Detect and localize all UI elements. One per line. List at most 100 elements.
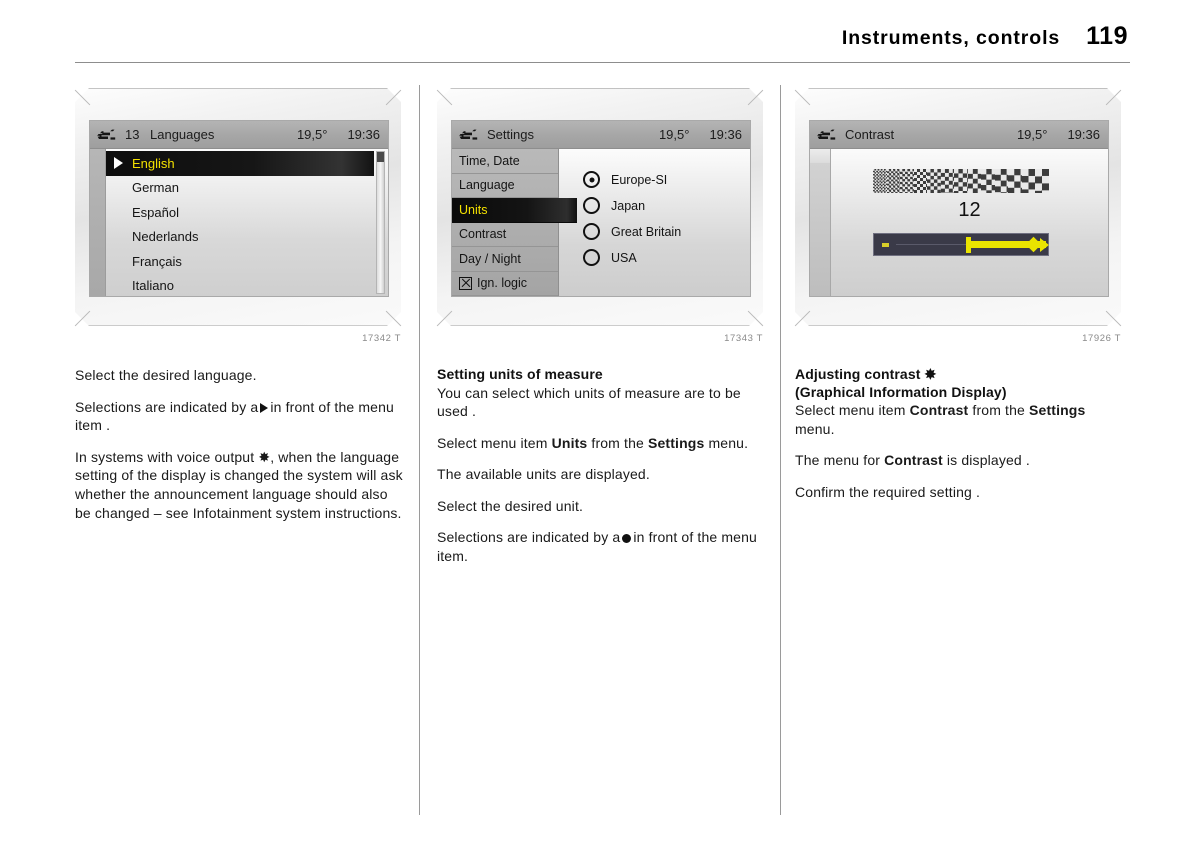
lcd-left-gutter — [90, 149, 106, 296]
option-usa[interactable]: USA — [583, 245, 750, 271]
list-item-italiano[interactable]: Italiano — [106, 274, 388, 297]
list-item-german[interactable]: German — [106, 176, 388, 201]
menu-item-contrast[interactable]: Contrast — [452, 223, 558, 247]
paragraph-text-before: Selections are indicated by a — [75, 398, 259, 415]
text-segment-bold: Contrast — [884, 452, 943, 469]
contrast-slider[interactable] — [873, 233, 1049, 256]
paragraph: In systems with voice output ✸, when the… — [75, 448, 403, 521]
list-item-english[interactable]: English — [106, 151, 374, 176]
menu-item-label: Contrast — [459, 227, 507, 242]
option-europe-si[interactable]: Europe-SI — [583, 167, 750, 193]
text-segment: menu. — [795, 420, 835, 437]
list-item-label: Nederlands — [132, 229, 199, 245]
checkerboard-segment — [913, 169, 928, 193]
option-label: Europe-SI — [611, 172, 668, 187]
list-item-espanol[interactable]: Español — [106, 200, 388, 225]
figure-caption: 17343 T — [724, 333, 763, 344]
paragraph-rich: Select menu item Units from the Settings… — [437, 434, 765, 453]
figure-settings: Settings 19,5° 19:36 Time, Date Language — [436, 88, 767, 344]
menu-item-units[interactable]: Units — [452, 198, 577, 223]
paragraph-arrow: Selections are indicated by a in front of… — [75, 398, 403, 435]
radio-selected-icon[interactable] — [583, 171, 600, 189]
menu-item-label: Ign. logic — [477, 276, 528, 291]
paragraph-text-before: Selections are indicated by a — [437, 529, 621, 546]
selection-arrow-icon — [114, 157, 123, 170]
radio-icon[interactable] — [583, 249, 600, 267]
body-text-contrast: Adjusting contrast ✸ (Graphical Informat… — [795, 366, 1123, 501]
figure-contrast: Contrast 19,5° 19:36 12 17926 T — [794, 88, 1125, 344]
column-contrast: Contrast 19,5° 19:36 12 17926 T Adjustin… — [794, 88, 1125, 514]
lcd-clock: 19:36 — [709, 127, 742, 142]
lcd-menu-title: Languages — [150, 127, 215, 142]
lcd-temperature: 19,5° — [1016, 127, 1048, 142]
text-segment-bold: Settings — [648, 434, 705, 451]
lcd-temperature: 19,5° — [658, 127, 690, 142]
menu-item-day-night[interactable]: Day / Night — [452, 247, 558, 272]
figure-caption: 17926 T — [1082, 333, 1121, 344]
lcd-title-bar: 13 Languages 19,5° 19:36 — [90, 121, 388, 149]
paragraph: You can select which units of measure ar… — [437, 384, 741, 420]
lcd-clock: 19:36 — [347, 127, 380, 142]
paragraph-rich: The menu for Contrast is displayed . — [795, 451, 1123, 470]
option-label: USA — [611, 250, 637, 265]
checkbox-checked-icon[interactable] — [459, 276, 472, 290]
paragraph: Confirm the required setting . — [795, 483, 981, 500]
scrollbar[interactable] — [376, 151, 385, 294]
column-divider-2 — [780, 85, 781, 815]
text-segment: is displayed . — [942, 452, 1030, 469]
menu-tool-icon — [817, 129, 836, 140]
paragraph: The available units are displayed. — [437, 466, 650, 483]
menu-item-language[interactable]: Language — [452, 174, 558, 198]
display-unit-settings: Settings 19,5° 19:36 Time, Date Language — [436, 88, 764, 328]
scrollbar-thumb[interactable] — [377, 152, 384, 162]
checkerboard-segment — [954, 169, 968, 193]
display-unit-languages: 13 Languages 19,5° 19:36 English German … — [74, 88, 402, 328]
checkerboard-segment — [900, 169, 914, 193]
menu-item-label: Language — [459, 178, 515, 193]
slider-minus-icon[interactable] — [882, 242, 889, 247]
checkerboard-segment — [927, 169, 941, 193]
paragraph-dot: Selections are indicated by a in front of… — [437, 528, 765, 565]
header-inner: Instruments, controls 119 — [842, 22, 1128, 51]
menu-item-ign-logic[interactable]: Ign. logic — [452, 272, 558, 296]
lcd-body: 12 — [810, 149, 1108, 296]
list-item-label: English — [132, 155, 175, 171]
page-header: Instruments, controls 119 — [0, 22, 1200, 56]
menu-item-time-date[interactable]: Time, Date — [452, 149, 558, 174]
list-item-nederlands[interactable]: Nederlands — [106, 225, 388, 250]
header-rule — [75, 62, 1130, 63]
checkerboard-segment — [873, 169, 887, 193]
list-item-label: Italiano — [132, 278, 174, 294]
menu-tool-icon — [459, 129, 478, 140]
option-great-britain[interactable]: Great Britain — [583, 219, 750, 245]
list-item-francais[interactable]: Français — [106, 249, 388, 274]
page-number: 119 — [1086, 22, 1128, 50]
contrast-preview-area: 12 — [831, 149, 1108, 296]
lcd-title-bar: Contrast 19,5° 19:36 — [810, 121, 1108, 149]
option-japan[interactable]: Japan — [583, 193, 750, 219]
paragraph-rich: Select menu item Contrast from the Setti… — [795, 401, 1123, 438]
radio-icon[interactable] — [583, 223, 600, 241]
menu-tool-icon — [97, 129, 116, 140]
list-item-label: Français — [132, 253, 182, 269]
lcd-temperature: 19,5° — [296, 127, 328, 142]
lcd-screen-contrast: Contrast 19,5° 19:36 12 — [809, 120, 1109, 297]
menu-item-label: Units — [459, 202, 488, 217]
body-text-settings: Setting units of measure You can select … — [437, 366, 765, 566]
lcd-clock: 19:36 — [1067, 127, 1100, 142]
checkerboard-segment — [886, 169, 901, 193]
figure-languages: 13 Languages 19,5° 19:36 English German … — [74, 88, 405, 344]
text-segment: Select menu item — [795, 402, 910, 418]
slider-arrow-icon — [1040, 237, 1049, 252]
lcd-screen-languages: 13 Languages 19,5° 19:36 English German … — [89, 120, 389, 297]
lcd-menu-title: Settings — [487, 127, 534, 142]
slider-plus-icon[interactable] — [1025, 236, 1042, 253]
contrast-value: 12 — [958, 199, 981, 221]
column-settings: Settings 19,5° 19:36 Time, Date Language — [436, 88, 767, 579]
lcd-body: English German Español Nederlands França — [90, 149, 388, 296]
paragraph: Select the desired language. — [75, 367, 257, 383]
radio-icon[interactable] — [583, 197, 600, 215]
text-segment: menu. — [704, 434, 749, 451]
menu-item-label: Day / Night — [459, 251, 521, 266]
column-languages: 13 Languages 19,5° 19:36 English German … — [74, 88, 405, 535]
